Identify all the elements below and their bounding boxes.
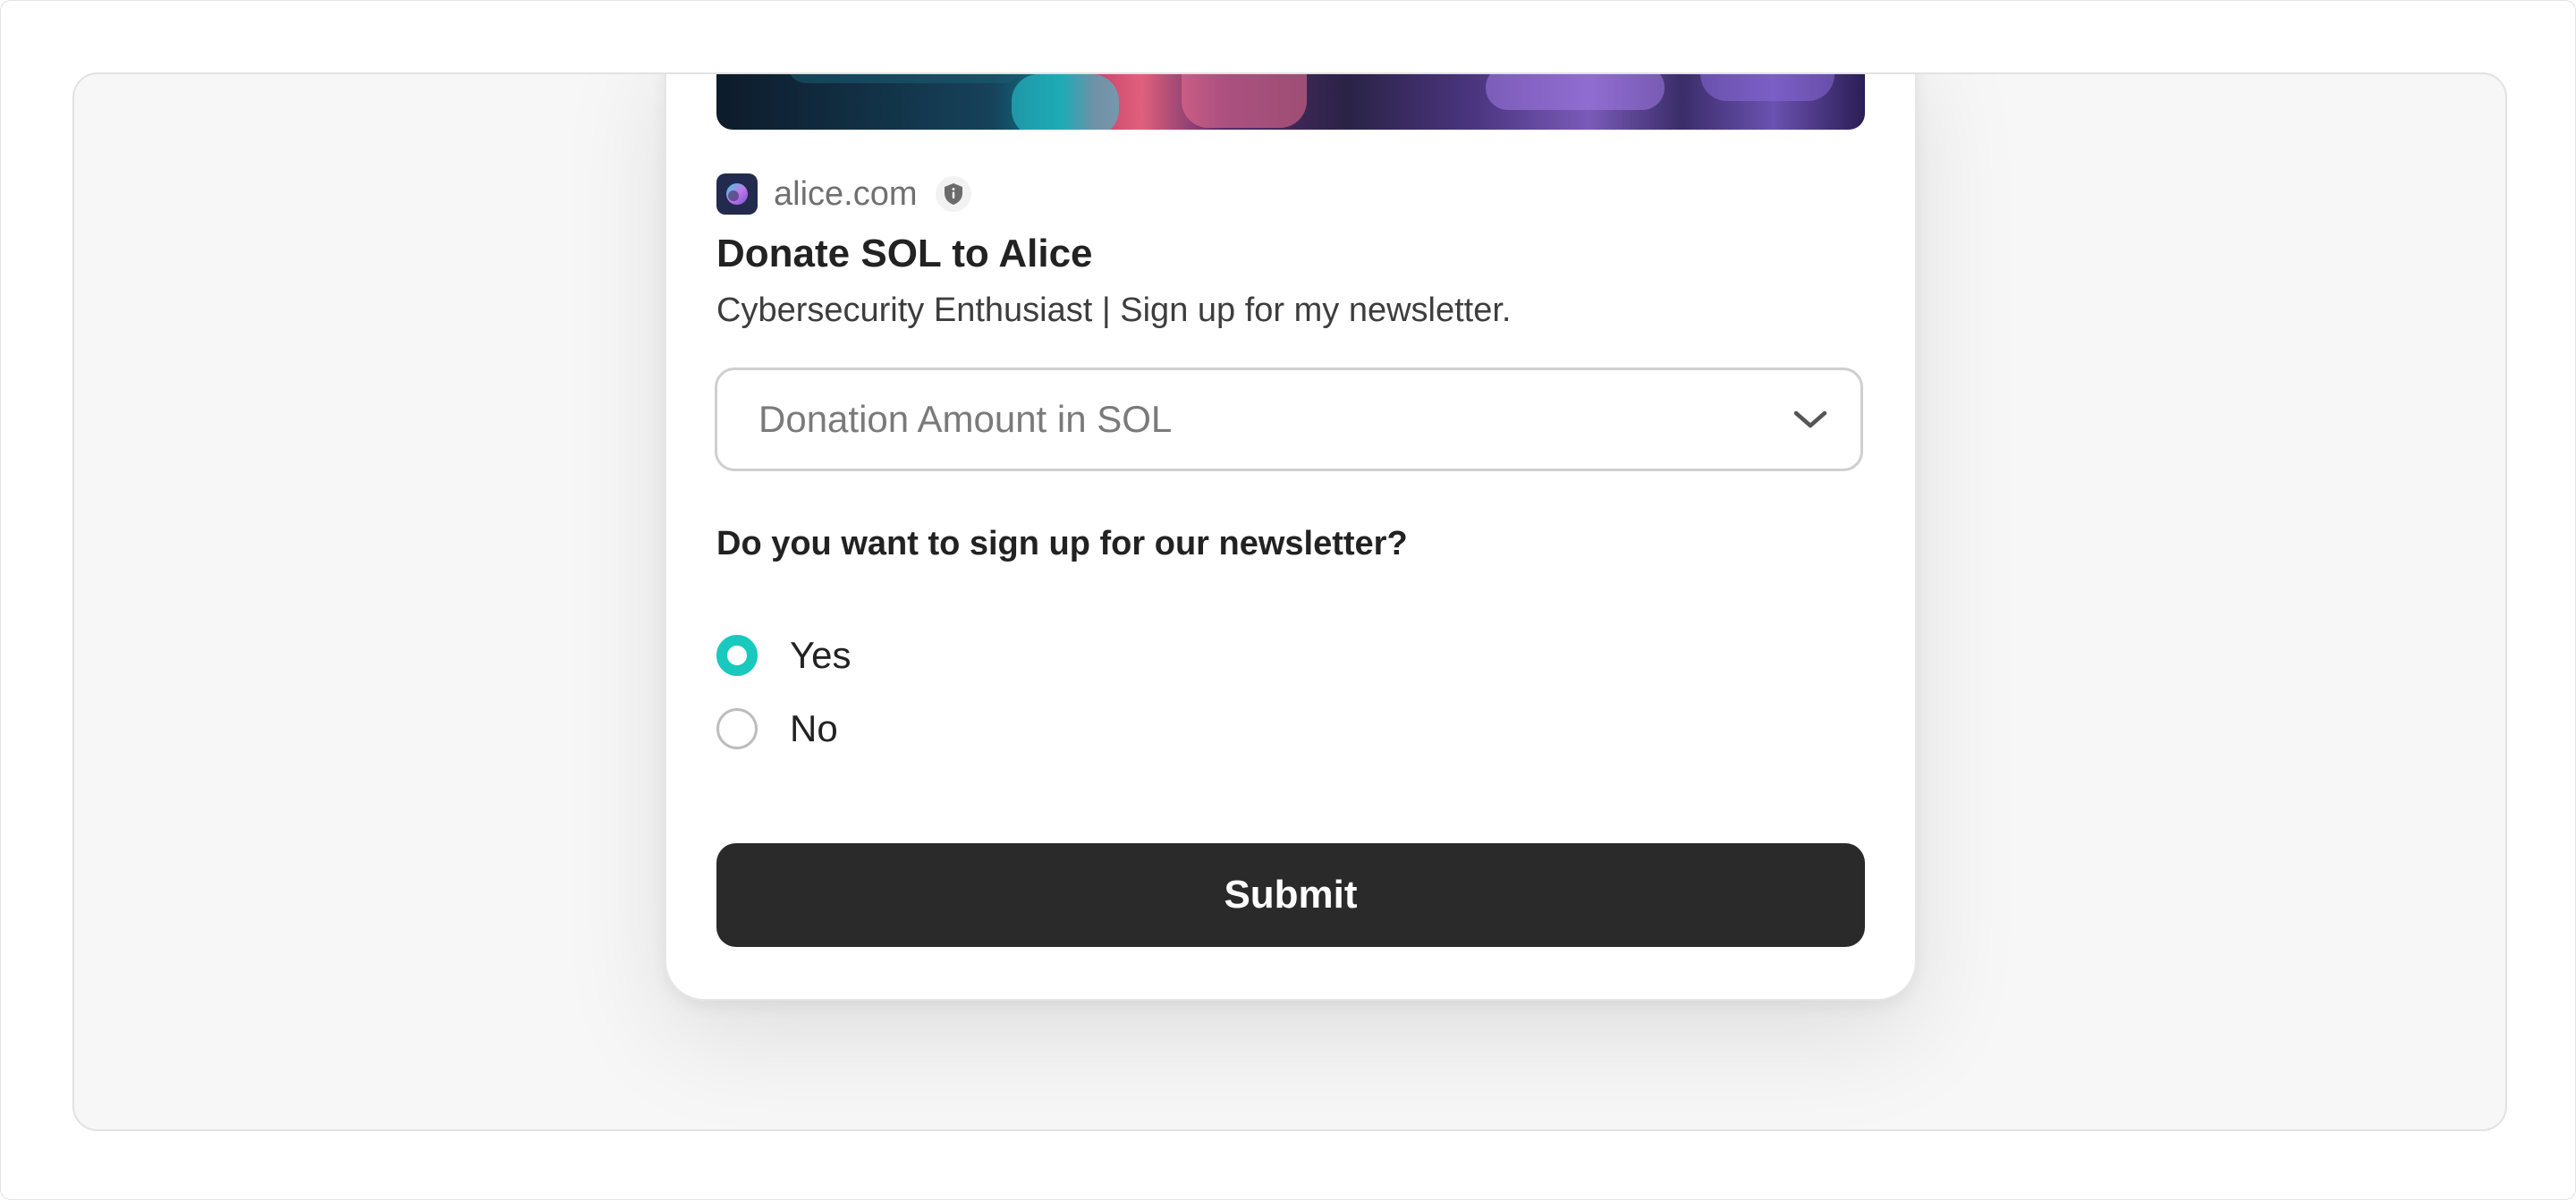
page-frame: alice.com Donate SOL to Alice Cybersecur…	[0, 0, 2576, 1200]
donation-amount-placeholder: Donation Amount in SOL	[758, 398, 1173, 440]
shield-info-icon[interactable]	[935, 176, 971, 212]
blink-card: alice.com Donate SOL to Alice Cybersecur…	[665, 74, 1917, 1001]
site-domain[interactable]: alice.com	[774, 175, 918, 214]
banner-image	[716, 74, 1865, 130]
radio-option-yes[interactable]: Yes	[716, 634, 852, 677]
newsletter-question: Do you want to sign up for our newslette…	[716, 525, 1408, 562]
site-row: alice.com	[716, 173, 971, 215]
action-description: Cybersecurity Enthusiast | Sign up for m…	[716, 292, 1512, 329]
donation-amount-select[interactable]: Donation Amount in SOL	[715, 368, 1863, 471]
radio-label-no[interactable]: No	[790, 707, 838, 750]
submit-button[interactable]: Submit	[716, 843, 1865, 947]
action-title: Donate SOL to Alice	[716, 232, 1093, 275]
radio-label-yes[interactable]: Yes	[790, 634, 852, 677]
radio-option-no[interactable]: No	[716, 707, 838, 750]
preview-stage: alice.com Donate SOL to Alice Cybersecur…	[72, 72, 2507, 1131]
radio-selected-icon[interactable]	[716, 635, 758, 676]
radio-unselected-icon[interactable]	[716, 708, 758, 749]
alice-logo-icon	[716, 173, 758, 215]
submit-label: Submit	[1224, 873, 1358, 917]
chevron-down-icon	[1793, 410, 1827, 428]
